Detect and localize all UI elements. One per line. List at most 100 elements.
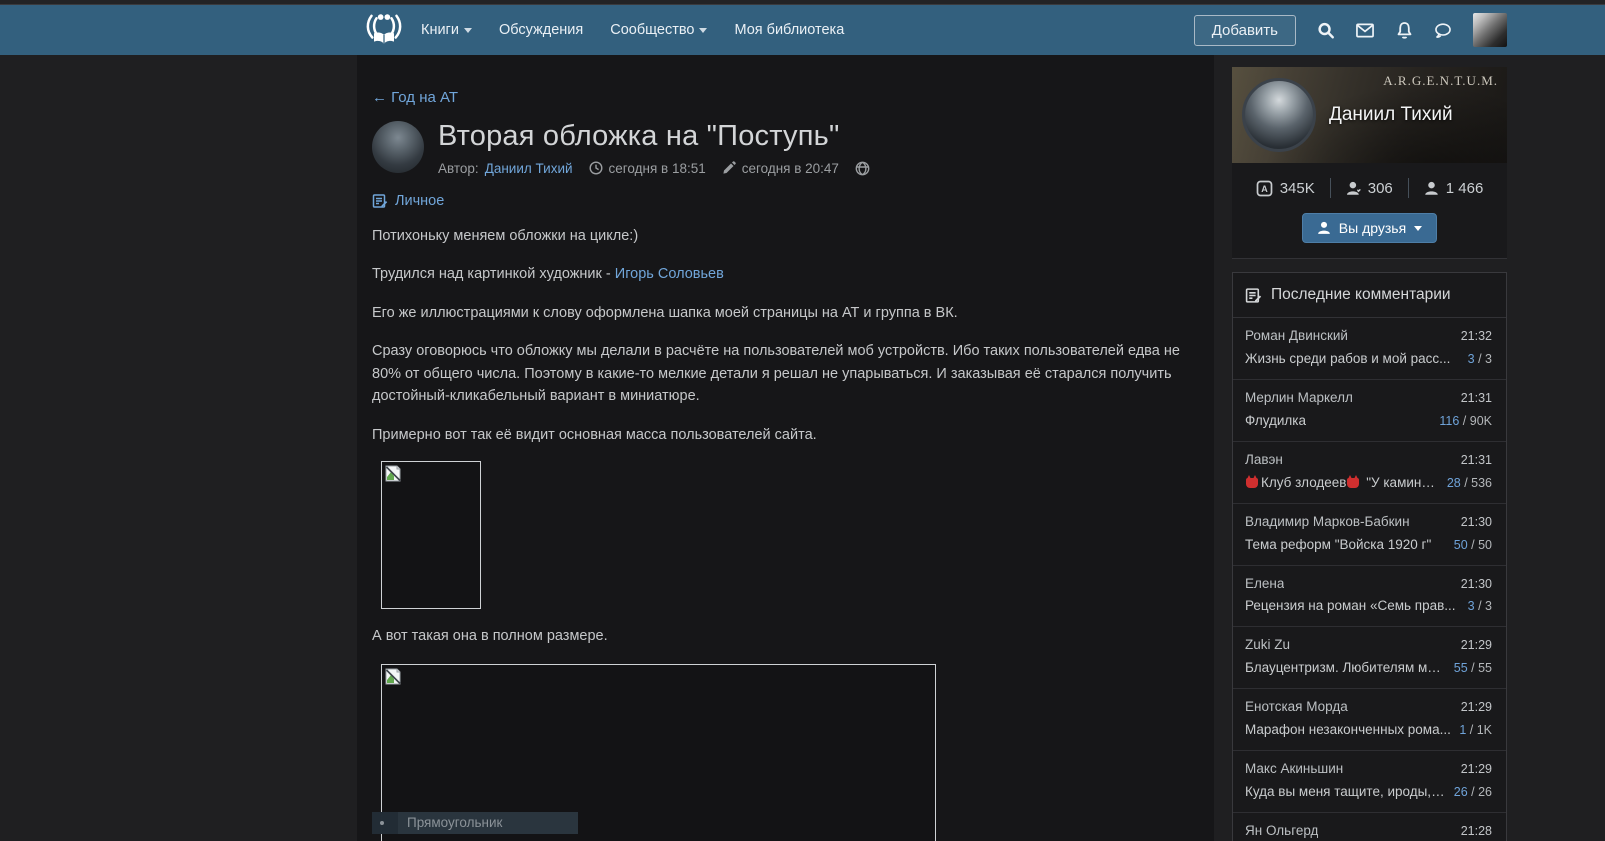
- tooltip-text: Прямоугольник: [407, 815, 502, 830]
- created-time: сегодня в 18:51: [609, 161, 706, 176]
- author-avatar[interactable]: [372, 121, 424, 173]
- comment-time: 21:28: [1461, 821, 1492, 841]
- nav-item-community[interactable]: Сообщество: [610, 22, 707, 38]
- paragraph: Потихоньку меняем обложки на цикле:): [372, 225, 1198, 247]
- comment-time: 21:30: [1461, 574, 1492, 595]
- comment-row[interactable]: Макс Акиньшин 21:29 Куда вы меня тащите, и…: [1233, 751, 1506, 813]
- comment-row[interactable]: Лавэн 21:31 Клуб злодеев "У камина" ... 28 …: [1233, 442, 1506, 504]
- recent-comments-widget: Последние комментарии Роман Двинский 21:3…: [1232, 272, 1507, 841]
- followers-icon: [1424, 181, 1439, 196]
- divider: [1408, 178, 1409, 198]
- comment-author[interactable]: Zuki Zu: [1245, 634, 1290, 657]
- banner-caption: A.R.G.E.N.T.U.M.: [1383, 73, 1498, 89]
- post-body: Потихоньку меняем обложки на цикле:) Тру…: [372, 225, 1198, 841]
- comment-count: 1 / 1K: [1459, 720, 1492, 741]
- comment-topic[interactable]: Тема реформ "Войска 1920 г": [1245, 534, 1431, 557]
- profile-banner[interactable]: A.R.G.E.N.T.U.M. Даниил Тихий: [1232, 67, 1507, 163]
- views-icon: A: [1256, 180, 1273, 197]
- comment-author[interactable]: Владимир Марков-Бабкин: [1245, 511, 1410, 534]
- globe-visibility-icon: [855, 161, 870, 176]
- nav-item-discussions[interactable]: Обсуждения: [499, 22, 583, 38]
- sidebar: A.R.G.E.N.T.U.M. Даниил Тихий A 345K: [1232, 67, 1507, 841]
- comment-row[interactable]: Роман Двинский 21:32 Жизнь среди рабов и м…: [1233, 318, 1506, 380]
- followers-count: 1 466: [1446, 180, 1484, 197]
- add-button[interactable]: Добавить: [1194, 15, 1296, 46]
- comment-time: 21:29: [1461, 759, 1492, 780]
- breadcrumb-back-link[interactable]: ← Год на АТ: [372, 89, 458, 106]
- comment-row[interactable]: Владимир Марков-Бабкин 21:30 Тема реформ "…: [1233, 504, 1506, 566]
- friends-stat[interactable]: 306: [1346, 180, 1393, 197]
- user-avatar[interactable]: [1473, 13, 1507, 47]
- comment-topic[interactable]: Марафон незаконченных рома...: [1245, 719, 1451, 742]
- nav-item-label: Моя библиотека: [734, 22, 844, 38]
- friends-count: 306: [1368, 180, 1393, 197]
- comment-author[interactable]: Роман Двинский: [1245, 325, 1348, 348]
- post-header: Вторая обложка на "Поступь" Автор: Дании…: [372, 121, 1198, 176]
- comment-row[interactable]: Zuki Zu21:29Блауцентризм. Любителям мин.…: [1233, 627, 1506, 689]
- comment-author[interactable]: Лавэн: [1245, 449, 1283, 472]
- notifications-bell-icon[interactable]: [1395, 21, 1413, 39]
- post-panel: ← Год на АТ Вторая обложка на "Поступь" …: [357, 55, 1214, 841]
- paragraph: А вот такая она в полном размере.: [372, 625, 1198, 647]
- chevron-down-icon: [464, 28, 472, 33]
- paragraph: Трудился над картинкой художник - Игорь …: [372, 263, 1198, 285]
- comment-time: 21:31: [1461, 450, 1492, 471]
- views-stat[interactable]: A 345K: [1256, 180, 1315, 197]
- followers-stat[interactable]: 1 466: [1424, 180, 1484, 197]
- nav-item-label: Обсуждения: [499, 22, 583, 38]
- nav-item-books[interactable]: Книги: [421, 22, 472, 38]
- person-icon: [1317, 221, 1331, 235]
- comment-topic[interactable]: Жизнь среди рабов и мой расс...: [1245, 348, 1450, 371]
- post-category-link[interactable]: Личное: [372, 193, 444, 209]
- search-icon[interactable]: [1317, 21, 1335, 39]
- nav-item-label: Книги: [421, 22, 459, 38]
- comment-count: 55 / 55: [1454, 658, 1492, 679]
- comment-topic[interactable]: Рецензия на роман «Семь прав...: [1245, 595, 1456, 618]
- navbar: Книги Обсуждения Сообщество Моя библиоте…: [0, 5, 1605, 55]
- comment-topic[interactable]: Клуб злодеев "У камина" ...: [1245, 472, 1439, 495]
- chevron-down-icon: [699, 28, 707, 33]
- chevron-down-icon: [1414, 226, 1422, 231]
- comment-time: 21:32: [1461, 326, 1492, 347]
- comment-row[interactable]: Енотская Морда 21:29 Марафон незаконченных…: [1233, 689, 1506, 751]
- comment-author[interactable]: Мерлин Маркелл: [1245, 387, 1353, 410]
- chat-icon[interactable]: [1434, 21, 1452, 39]
- comment-row[interactable]: Елена 21:30Рецензия на роман «Семь прав..…: [1233, 566, 1506, 628]
- comment-time: 21:30: [1461, 512, 1492, 533]
- comments-list: Роман Двинский 21:32 Жизнь среди рабов и м…: [1233, 318, 1506, 841]
- messages-icon[interactable]: [1356, 21, 1374, 39]
- comment-row[interactable]: Мерлин Маркелл21:31Флудилка116 / 90K: [1233, 380, 1506, 442]
- broken-image-icon: [385, 465, 402, 482]
- broken-image-icon: [385, 668, 402, 685]
- comment-author[interactable]: Енотская Морда: [1245, 696, 1348, 719]
- profile-stats: A 345K 306 1 466: [1232, 178, 1507, 198]
- paragraph: Его же иллюстрациями к слову оформлена ш…: [372, 302, 1198, 324]
- comment-author[interactable]: Елена: [1245, 573, 1284, 596]
- comment-count: 50 / 50: [1454, 535, 1492, 556]
- comment-topic[interactable]: Блауцентризм. Любителям мин...: [1245, 657, 1446, 680]
- profile-avatar[interactable]: [1242, 78, 1316, 152]
- friends-button-label: Вы друзья: [1339, 220, 1406, 236]
- page-title: Вторая обложка на "Поступь": [438, 121, 870, 153]
- notepad-icon: [372, 193, 388, 209]
- comment-time: 21:29: [1461, 697, 1492, 718]
- friends-status-button[interactable]: Вы друзья: [1302, 213, 1437, 243]
- comment-topic[interactable]: Флудилка: [1245, 410, 1306, 433]
- artist-link[interactable]: Игорь Соловьев: [615, 266, 724, 282]
- artist-text: Трудился над картинкой художник -: [372, 266, 615, 282]
- comment-author[interactable]: Макс Акиньшин: [1245, 758, 1343, 781]
- comment-count: 28 / 536: [1447, 473, 1492, 494]
- comments-title: Последние комментарии: [1271, 286, 1451, 304]
- comment-topic[interactable]: Куда вы меня тащите, ироды, э...: [1245, 781, 1446, 804]
- comment-author[interactable]: Ян Ольгерд: [1245, 820, 1318, 841]
- svg-text:A: A: [1261, 184, 1268, 194]
- comment-time: 21:31: [1461, 388, 1492, 409]
- comment-row[interactable]: Ян Ольгерд21:28Котяныч открывает глаза18…: [1233, 813, 1506, 841]
- devil-emoji: [1246, 478, 1258, 488]
- author-link[interactable]: Даниил Тихий: [485, 161, 573, 176]
- author-today-logo-icon[interactable]: [363, 9, 405, 51]
- friends-icon: [1346, 181, 1361, 196]
- pencil-icon: [722, 161, 736, 175]
- profile-name-link[interactable]: Даниил Тихий: [1329, 104, 1453, 126]
- nav-item-my-library[interactable]: Моя библиотека: [734, 22, 844, 38]
